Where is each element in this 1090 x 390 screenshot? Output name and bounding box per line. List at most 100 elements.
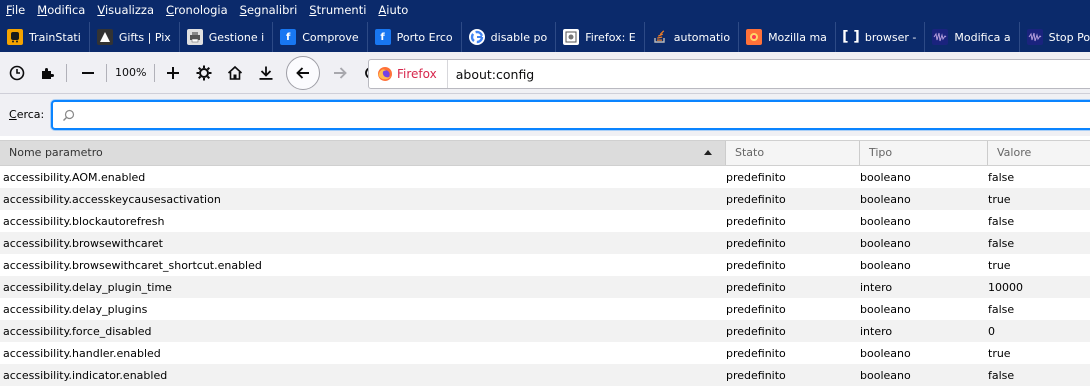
google-icon <box>468 29 485 45</box>
pref-type: booleano <box>860 170 911 184</box>
menu-visualizza[interactable]: Visualizza <box>91 0 160 22</box>
bookmark-gifts-pix[interactable]: Gifts | Pix <box>90 22 180 52</box>
pref-state: predefinito <box>726 368 786 382</box>
table-row[interactable]: accessibility.accesskeycausesactivation p… <box>0 188 1090 210</box>
column-header-name[interactable]: Nome parametro <box>0 141 725 165</box>
bookmark-porto-erco[interactable]: f Porto Erco <box>368 22 462 52</box>
history-button[interactable] <box>3 59 31 87</box>
column-header-state[interactable]: Stato <box>725 141 859 165</box>
table-row[interactable]: accessibility.indicator.enabled predefini… <box>0 364 1090 386</box>
arrow-left-icon <box>296 66 310 79</box>
bookmark-comprove[interactable]: f Comprove <box>273 22 368 52</box>
table-row[interactable]: accessibility.force_disabled predefinito i… <box>0 320 1090 342</box>
home-icon <box>228 65 243 80</box>
table-row[interactable]: accessibility.delay_plugins predefinito bo… <box>0 298 1090 320</box>
home-button[interactable] <box>221 59 249 87</box>
toolbar-separator <box>106 63 107 82</box>
facebook-icon: f <box>280 29 297 45</box>
pref-name: accessibility.handler.enabled <box>3 346 161 360</box>
menu-cronologia[interactable]: Cronologia <box>160 0 234 22</box>
stackoverflow-icon <box>652 29 668 45</box>
pref-state: predefinito <box>726 346 786 360</box>
gear-icon <box>196 65 212 80</box>
pref-name: accessibility.blockautorefresh <box>3 214 165 228</box>
plus-icon <box>167 66 180 79</box>
search-label: Cerca: <box>9 108 45 121</box>
table-row[interactable]: accessibility.browsewithcaret_shortcut.e… <box>0 254 1090 276</box>
brackets-icon: [ ] <box>842 29 860 45</box>
column-header-value[interactable]: Valore <box>987 141 1090 165</box>
pref-type: booleano <box>860 302 911 316</box>
pref-type: booleano <box>860 258 911 272</box>
firefox-logo-icon <box>378 67 392 81</box>
sort-ascending-icon <box>704 150 712 155</box>
pref-state: predefinito <box>726 258 786 272</box>
pref-type: intero <box>860 324 893 338</box>
pref-name: accessibility.AOM.enabled <box>3 170 146 184</box>
pref-name: accessibility.browsewithcaret <box>3 236 163 250</box>
mozilla-icon <box>746 29 763 45</box>
forward-button[interactable] <box>326 59 354 87</box>
bookmark-modifica-a[interactable]: Modifica a <box>925 22 1020 52</box>
menu-aiuto[interactable]: Aiuto <box>372 0 414 22</box>
puzzle-icon <box>42 67 54 79</box>
bookmark-stop-popu[interactable]: Stop Popu <box>1020 22 1090 52</box>
identity-box[interactable]: Firefox <box>369 60 448 88</box>
toolbar-separator <box>154 63 156 82</box>
zoom-out-button[interactable] <box>74 59 102 87</box>
bookmark-trainstati[interactable]: TrainStati <box>0 22 90 52</box>
menu-segnalibri[interactable]: Segnalibri <box>234 0 304 22</box>
navigation-toolbar: 100% Firefox about:config <box>0 52 1090 94</box>
table-row[interactable]: accessibility.blockautorefresh predefinit… <box>0 210 1090 232</box>
pref-value: false <box>988 302 1015 316</box>
page-icon <box>563 29 580 45</box>
audio-wave-icon <box>1026 29 1043 45</box>
toolbar-separator <box>66 63 67 82</box>
pref-value: 0 <box>988 324 995 338</box>
bookmark-automatio[interactable]: automatio <box>645 22 740 52</box>
menu-file[interactable]: File <box>0 0 31 22</box>
config-search-row: Cerca: <box>0 94 1090 136</box>
pref-type: booleano <box>860 192 911 206</box>
bookmarks-toolbar: TrainStati Gifts | Pix Gestione i f Comp… <box>0 22 1090 52</box>
pref-state: predefinito <box>726 302 786 316</box>
back-button[interactable] <box>286 55 321 90</box>
column-header-type[interactable]: Tipo <box>859 141 987 165</box>
pref-type: intero <box>860 280 893 294</box>
table-row[interactable]: accessibility.browsewithcaret predefinito… <box>0 232 1090 254</box>
menu-bar: File Modifica Visualizza Cronologia Segn… <box>0 0 1090 22</box>
downloads-button[interactable] <box>252 59 280 87</box>
bookmark-gestione[interactable]: Gestione i <box>180 22 274 52</box>
pref-name: accessibility.delay_plugin_time <box>3 280 172 294</box>
pref-name: accessibility.force_disabled <box>3 324 152 338</box>
search-input[interactable] <box>51 100 1090 130</box>
pref-name: accessibility.delay_plugins <box>3 302 148 316</box>
bookmark-firefox-e[interactable]: Firefox: E <box>556 22 645 52</box>
zoom-in-button[interactable] <box>159 59 187 87</box>
minus-icon <box>82 71 94 74</box>
bookmark-disable-po[interactable]: disable po <box>462 22 557 52</box>
addons-button[interactable] <box>34 59 62 87</box>
clock-icon <box>9 65 25 80</box>
bookmark-mozilla-ma[interactable]: Mozilla ma <box>739 22 836 52</box>
menu-strumenti[interactable]: Strumenti <box>303 0 372 22</box>
pref-type: booleano <box>860 368 911 382</box>
table-row[interactable]: accessibility.handler.enabled predefinito… <box>0 342 1090 364</box>
url-text[interactable]: about:config <box>456 67 535 82</box>
pref-value: true <box>988 346 1011 360</box>
url-bar[interactable]: Firefox about:config <box>368 59 1090 89</box>
bookmark-browser[interactable]: [ ] browser - <box>836 22 926 52</box>
search-icon <box>63 109 75 121</box>
pref-value: 10000 <box>988 280 1023 294</box>
table-body: accessibility.AOM.enabled predefinito bool… <box>0 166 1090 386</box>
table-row[interactable]: accessibility.AOM.enabled predefinito bool… <box>0 166 1090 188</box>
pref-state: predefinito <box>726 192 786 206</box>
zoom-reset-button[interactable]: 100% <box>111 66 150 79</box>
pref-state: predefinito <box>726 236 786 250</box>
settings-button[interactable] <box>190 59 218 87</box>
pref-type: booleano <box>860 346 911 360</box>
arrow-right-icon <box>334 66 348 79</box>
menu-modifica[interactable]: Modifica <box>31 0 91 22</box>
table-row[interactable]: accessibility.delay_plugin_time predefini… <box>0 276 1090 298</box>
pref-name: accessibility.accesskeycausesactivation <box>3 192 221 206</box>
